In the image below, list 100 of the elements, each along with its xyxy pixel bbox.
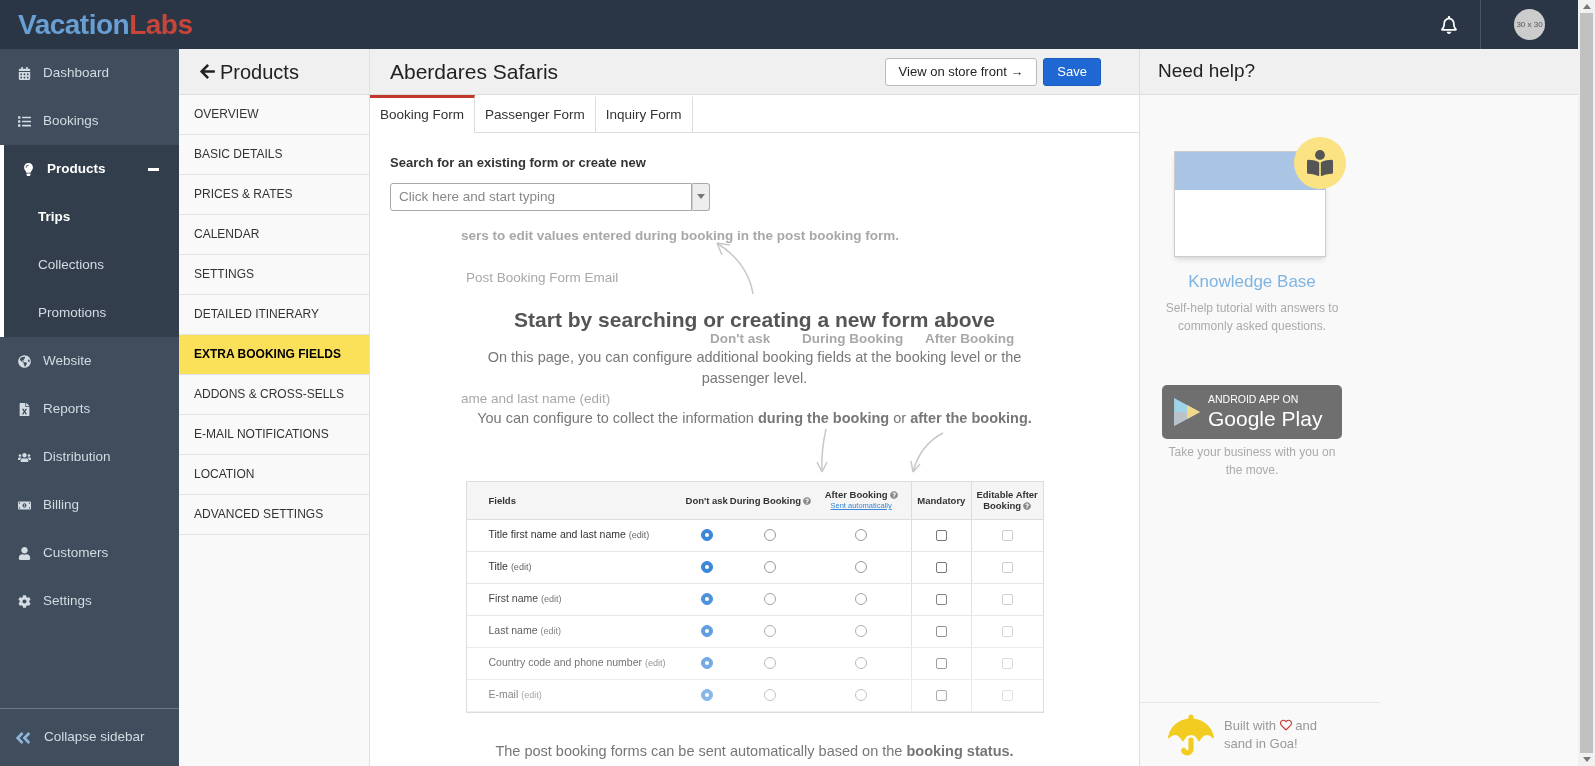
checkbox[interactable] <box>935 529 947 541</box>
background-text: After Booking <box>925 332 1015 346</box>
subnav-item[interactable]: SETTINGS <box>179 255 369 295</box>
checkbox[interactable] <box>935 561 947 573</box>
column-header: Editable After Booking <box>975 489 1039 511</box>
radio-button[interactable] <box>700 657 713 669</box>
background-text: ame and last name (edit) <box>461 392 611 406</box>
google-play-badge[interactable]: ANDROID APP ON Google Play <box>1162 384 1342 439</box>
radio-button[interactable] <box>700 689 713 701</box>
radio-button[interactable] <box>764 689 777 701</box>
checkbox[interactable] <box>935 593 947 605</box>
store-front-button[interactable]: View on store front → <box>884 57 1038 86</box>
notification-bell-icon[interactable] <box>1440 15 1458 34</box>
sidebar-item[interactable]: Customers <box>0 529 179 577</box>
users-icon <box>18 450 31 464</box>
field-name: Title first name and last name (edit) <box>488 527 650 543</box>
settings-icon <box>18 594 31 608</box>
sidebar-item[interactable]: Billing <box>0 481 179 529</box>
radio-button[interactable] <box>700 529 713 541</box>
search-label: Search for an existing form or create new <box>390 154 647 172</box>
help-icon <box>889 491 898 499</box>
user-icon <box>18 546 31 560</box>
vacationlabs-logo[interactable]: VacationLabs <box>0 3 193 46</box>
sidebar-subitem[interactable]: Collections <box>4 241 179 289</box>
radio-button[interactable] <box>855 657 868 669</box>
column-header: After Booking <box>824 489 898 500</box>
back-link[interactable]: Products <box>179 49 369 95</box>
footer-note: The post booking forms can be sent automatically based on the booking status. <box>494 741 1015 761</box>
radio-button[interactable] <box>855 689 868 701</box>
credit-text: Built with and sand in Goa! <box>1224 716 1318 753</box>
subnav-item[interactable]: ADDONS & CROSS-SELLS <box>179 375 369 415</box>
book-reader-icon <box>1307 150 1333 176</box>
background-text: During Booking <box>802 332 904 346</box>
field-name: Country code and phone number (edit) <box>488 655 666 671</box>
help-title: Need help? <box>1140 49 1578 95</box>
sidebar-subitem[interactable]: Promotions <box>4 289 179 337</box>
badge-caption: ANDROID APP ON <box>1208 392 1300 406</box>
radio-button[interactable] <box>855 561 868 573</box>
checkbox[interactable] <box>935 625 947 637</box>
form-tab[interactable]: Passenger Form <box>475 95 596 132</box>
sidebar-item[interactable]: Website <box>0 337 179 385</box>
save-button[interactable]: Save <box>1043 57 1101 86</box>
checkbox[interactable] <box>1001 561 1013 573</box>
help-icon <box>803 496 812 505</box>
heart-icon <box>1279 718 1292 731</box>
radio-button[interactable] <box>700 593 713 605</box>
radio-button[interactable] <box>764 625 777 637</box>
subnav-item[interactable]: BASIC DETAILS <box>179 135 369 175</box>
form-tab[interactable]: Inquiry Form <box>595 95 693 132</box>
sidebar-item[interactable]: Reports <box>0 385 179 433</box>
spreadsheet-file-icon <box>18 402 31 416</box>
play-logo-icon <box>1174 397 1200 426</box>
subnav-item[interactable]: LOCATION <box>179 455 369 495</box>
curved-arrow <box>910 432 944 473</box>
column-header: Don't ask <box>685 494 728 506</box>
subnav-item[interactable]: EXTRA BOOKING FIELDS <box>179 335 369 375</box>
sidebar-item[interactable]: Products <box>4 145 179 193</box>
scrollbar[interactable] <box>1578 0 1595 766</box>
checkbox[interactable] <box>935 689 947 701</box>
field-name: Last name (edit) <box>488 623 561 639</box>
radio-button[interactable] <box>855 625 868 637</box>
subnav-item[interactable]: ADVANCED SETTINGS <box>179 495 369 535</box>
sidebar-item[interactable]: Distribution <box>0 433 179 481</box>
subnav-item[interactable]: CALENDAR <box>179 215 369 255</box>
background-text: Don't ask <box>710 332 771 346</box>
sidebar-subitem[interactable]: Trips <box>4 193 179 241</box>
subnav-item[interactable]: E-MAIL NOTIFICATIONS <box>179 415 369 455</box>
form-search-field[interactable]: Click here and start typing <box>390 182 692 211</box>
column-header: Mandatory <box>917 494 966 506</box>
page-title: Aberdares Safaris <box>390 58 560 85</box>
intro-paragraph: You can configure to collect the information during the booking or after the booking. <box>476 408 1033 428</box>
radio-button[interactable] <box>764 529 777 541</box>
sidebar-item[interactable]: Settings <box>0 577 179 625</box>
app-caption: Take your business with you on the move. <box>1167 443 1337 479</box>
knowledge-base-description: Self-help tutorial with answers to commonly asked questions. <box>1164 299 1340 335</box>
help-icon <box>1023 502 1032 510</box>
radio-button[interactable] <box>764 593 777 605</box>
column-header: Fields <box>488 494 516 506</box>
radio-button[interactable] <box>855 593 868 605</box>
lightbulb-icon <box>22 162 35 176</box>
curved-arrow <box>716 242 754 295</box>
radio-button[interactable] <box>764 561 777 573</box>
sidebar-item[interactable]: Bookings <box>0 97 179 145</box>
form-tab[interactable]: Booking Form <box>370 95 476 133</box>
radio-button[interactable] <box>764 657 777 669</box>
radio-button[interactable] <box>855 529 868 541</box>
arrow-left-icon <box>199 63 216 80</box>
radio-button[interactable] <box>700 625 713 637</box>
sidebar-item[interactable]: Dashboard <box>0 49 179 97</box>
radio-button[interactable] <box>700 561 713 573</box>
column-header: During Booking <box>729 494 812 506</box>
subnav-item[interactable]: PRICES & RATES <box>179 175 369 215</box>
support-page-thumbnail[interactable] <box>1174 151 1326 257</box>
subnav-item[interactable]: OVERVIEW <box>179 95 369 135</box>
empty-state-heading: Start by searching or creating a new form above <box>513 306 996 333</box>
dropdown-toggle[interactable] <box>692 182 710 211</box>
checkbox[interactable] <box>935 657 947 669</box>
calendar-icon <box>18 66 31 80</box>
checkbox[interactable] <box>1001 529 1013 541</box>
avatar[interactable]: 30 x 30 <box>1514 9 1545 40</box>
